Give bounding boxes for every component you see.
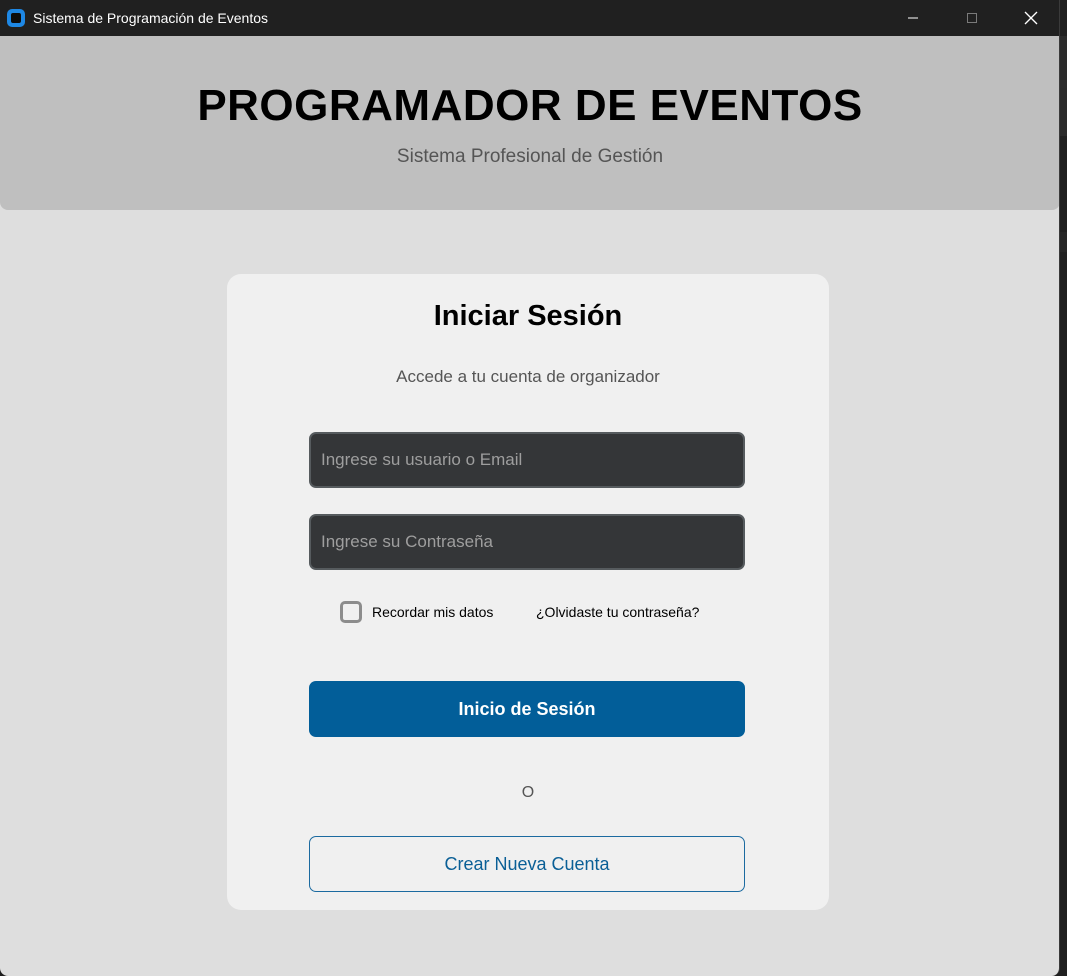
app-subtitle: Sistema Profesional de Gestión [396, 146, 664, 167]
maximize-icon [966, 13, 977, 23]
login-title: Iniciar Sesión [433, 300, 623, 332]
or-separator: O [521, 784, 535, 801]
header-banner: PROGRAMADOR DE EVENTOS Sistema Profesion… [0, 36, 1059, 210]
forgot-password-link[interactable]: ¿Olvidaste tu contraseña? [536, 604, 699, 620]
maximize-button[interactable] [942, 0, 1001, 36]
close-button[interactable] [1001, 0, 1059, 36]
title-bar[interactable]: Sistema de Programación de Eventos [0, 0, 1059, 36]
password-input[interactable] [309, 514, 745, 570]
window-controls [883, 0, 1059, 36]
app-icon [7, 9, 25, 27]
close-icon [1024, 11, 1037, 25]
remember-checkbox[interactable] [340, 601, 362, 623]
login-card: Iniciar Sesión Accede a tu cuenta de org… [227, 274, 829, 910]
minimize-icon [907, 17, 918, 19]
app-title: PROGRAMADOR DE EVENTOS [197, 81, 863, 130]
login-button[interactable]: Inicio de Sesión [309, 681, 745, 737]
login-subtitle: Accede a tu cuenta de organizador [396, 367, 660, 386]
login-options-row: Recordar mis datos ¿Olvidaste tu contras… [227, 601, 829, 623]
minimize-button[interactable] [883, 0, 942, 36]
app-window: Sistema de Programación de Eventos PROGR… [0, 0, 1060, 976]
username-input[interactable] [309, 432, 745, 488]
create-account-button[interactable]: Crear Nueva Cuenta [309, 836, 745, 892]
remember-label[interactable]: Recordar mis datos [372, 604, 493, 620]
window-title: Sistema de Programación de Eventos [33, 10, 269, 26]
